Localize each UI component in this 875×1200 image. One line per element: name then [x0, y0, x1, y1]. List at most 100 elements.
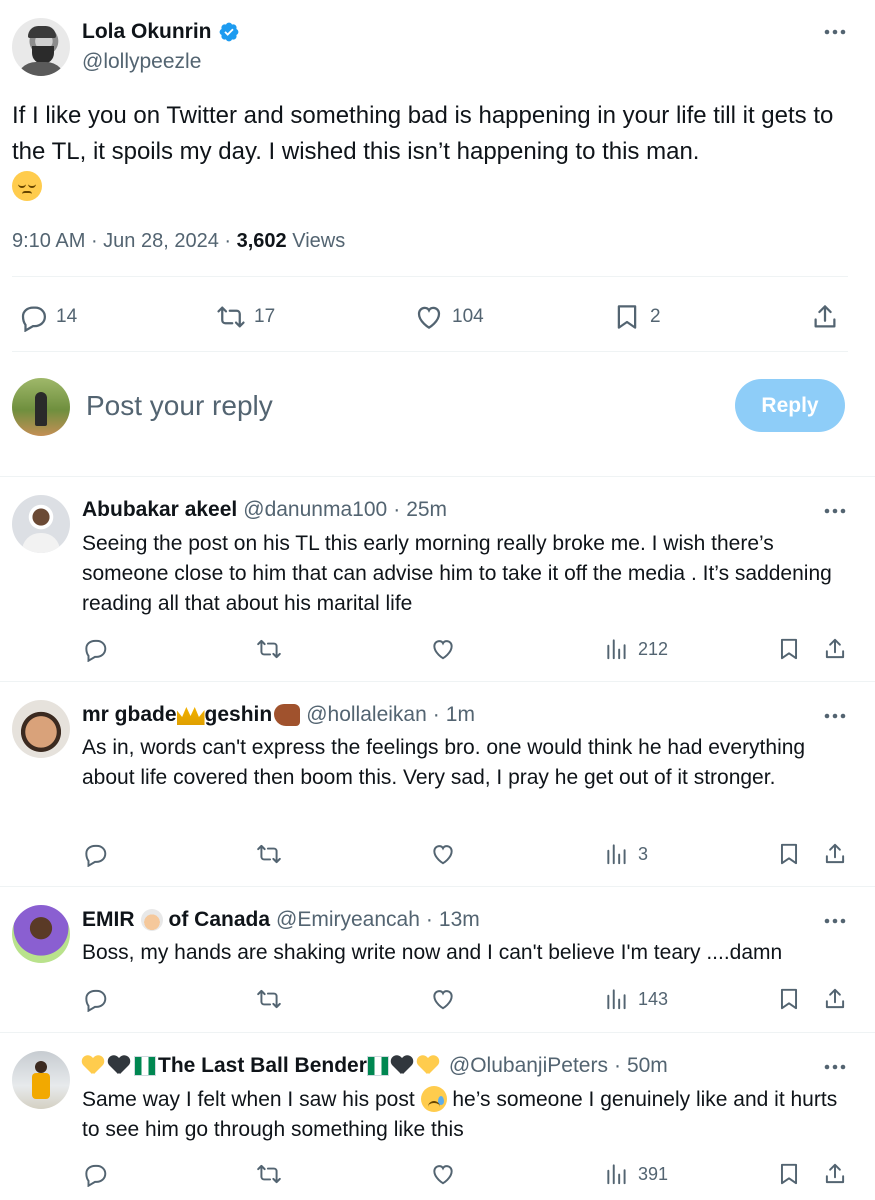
meta-separator: ·: [218, 230, 237, 252]
more-options-icon[interactable]: [820, 1057, 850, 1077]
analytics-icon: [607, 844, 626, 865]
reply-item[interactable]: EMIR of Canada @Emiryeancah · 13m Boss, …: [0, 887, 875, 1033]
share-icon: [814, 305, 836, 328]
reply-item[interactable]: mr gbade geshin @hollaleikan · 1m As in,…: [0, 682, 875, 887]
reply-author-handle[interactable]: @hollaleikan: [306, 703, 427, 727]
bookmark-icon: [780, 843, 798, 865]
tweet-time[interactable]: 9:10 AM: [12, 230, 85, 253]
reply-author-name-suffix[interactable]: geshin: [205, 703, 273, 727]
reply-icon: [85, 989, 107, 1012]
tweet-body: If I like you on Twitter and something b…: [12, 102, 834, 165]
reply-time[interactable]: 50m: [627, 1054, 668, 1078]
reply-actions: 143: [0, 986, 875, 1016]
like-action[interactable]: 104: [414, 302, 484, 332]
reply-action[interactable]: [82, 841, 108, 867]
view-count: 391: [638, 1163, 669, 1184]
divider: [12, 351, 848, 352]
tweet-text: If I like you on Twitter and something b…: [12, 98, 862, 206]
reply-author-name-suffix[interactable]: of Canada: [169, 908, 271, 932]
repost-action[interactable]: [256, 636, 282, 662]
reply-avatar[interactable]: [12, 700, 70, 758]
reply-avatar[interactable]: [12, 1051, 70, 1109]
reply-icon: [85, 1164, 107, 1187]
views-action[interactable]: 143: [604, 986, 668, 1012]
main-tweet: Lola Okunrin @lollypeezle If I like you …: [0, 0, 875, 352]
reply-time[interactable]: 1m: [446, 703, 475, 727]
reply-action[interactable]: [82, 636, 108, 662]
views-count[interactable]: 3,602: [237, 230, 287, 253]
bookmark-action[interactable]: [776, 841, 802, 867]
nigeria-flag-emoji-icon: [366, 1056, 389, 1076]
author-name-row[interactable]: Lola Okunrin: [82, 20, 240, 44]
meta-separator: ·: [613, 1054, 621, 1077]
reply-action[interactable]: 14: [18, 302, 77, 332]
author-handle[interactable]: @lollypeezle: [82, 50, 201, 74]
like-action[interactable]: [430, 841, 456, 867]
reply-item[interactable]: The Last Ball Bender @OlubanjiPeters · 5…: [0, 1033, 875, 1200]
bookmark-action[interactable]: [776, 1161, 802, 1187]
bookmark-action[interactable]: [776, 986, 802, 1012]
share-icon: [825, 638, 845, 659]
reply-author-handle[interactable]: @OlubanjiPeters: [449, 1054, 608, 1078]
repost-action[interactable]: [256, 841, 282, 867]
more-options-icon[interactable]: [820, 501, 850, 521]
repost-count: 17: [254, 306, 276, 327]
reply-author-handle[interactable]: @Emiryeancah: [276, 908, 420, 932]
repost-action[interactable]: [256, 986, 282, 1012]
more-options-icon[interactable]: [820, 22, 850, 42]
more-options-icon[interactable]: [820, 911, 850, 931]
bookmark-action[interactable]: [776, 636, 802, 662]
views-label-text[interactable]: Views: [292, 230, 345, 253]
crown-emoji-icon: [176, 707, 205, 725]
repost-action[interactable]: [256, 1161, 282, 1187]
meta-separator: ·: [393, 498, 401, 521]
like-action[interactable]: [430, 986, 456, 1012]
reply-time[interactable]: 25m: [406, 498, 447, 522]
reply-avatar[interactable]: [12, 905, 70, 963]
bookmark-icon: [780, 638, 798, 660]
meta-separator: ·: [432, 703, 440, 726]
reply-action[interactable]: [82, 986, 108, 1012]
author-avatar[interactable]: [12, 18, 70, 76]
verified-badge-icon: [219, 22, 238, 42]
repost-action[interactable]: 17: [216, 302, 275, 332]
divider: [12, 276, 848, 277]
tweet-meta: 9:10 AM · Jun 28, 2024 · 3,602 Views: [12, 230, 345, 253]
heart-icon: [433, 1165, 453, 1185]
like-action[interactable]: [430, 1161, 456, 1187]
tweet-date[interactable]: Jun 28, 2024: [103, 230, 219, 253]
reply-item[interactable]: Abubakar akeel @danunma100 · 25m Seeing …: [0, 477, 875, 682]
reply-avatar[interactable]: [12, 495, 70, 553]
reply-author-name[interactable]: mr gbade: [82, 703, 177, 727]
share-action[interactable]: [822, 636, 848, 662]
heart-icon: [417, 306, 441, 329]
meta-separator: ·: [425, 908, 433, 931]
current-user-avatar[interactable]: [12, 378, 70, 436]
reply-action[interactable]: [82, 1161, 108, 1187]
share-action[interactable]: [810, 302, 840, 332]
author-name[interactable]: Lola Okunrin: [82, 20, 212, 44]
analytics-icon: [607, 989, 626, 1010]
share-action[interactable]: [822, 841, 848, 867]
repost-icon: [257, 639, 281, 659]
reply-text: Seeing the post on his TL this early mor…: [82, 532, 832, 615]
heart-icon: [433, 990, 453, 1010]
reply-time[interactable]: 13m: [439, 908, 480, 932]
views-action[interactable]: 3: [604, 841, 648, 867]
reply-author-name[interactable]: EMIR: [82, 908, 135, 932]
bookmark-action[interactable]: 2: [612, 302, 661, 332]
meta-separator: ·: [85, 230, 104, 252]
reply-author-name[interactable]: Abubakar akeel: [82, 498, 237, 522]
share-action[interactable]: [822, 1161, 848, 1187]
more-options-icon[interactable]: [820, 706, 850, 726]
reply-button[interactable]: Reply: [735, 379, 845, 432]
like-action[interactable]: [430, 636, 456, 662]
share-action[interactable]: [822, 986, 848, 1012]
views-action[interactable]: 391: [604, 1161, 668, 1187]
reply-author-name[interactable]: The Last Ball Bender: [158, 1054, 367, 1078]
reply-input[interactable]: [86, 386, 686, 426]
tweet-actions: 14 17 104 2: [0, 296, 875, 340]
reply-author-handle[interactable]: @danunma100: [243, 498, 387, 522]
views-action[interactable]: 212: [604, 636, 668, 662]
reply-actions: 391: [0, 1161, 875, 1191]
